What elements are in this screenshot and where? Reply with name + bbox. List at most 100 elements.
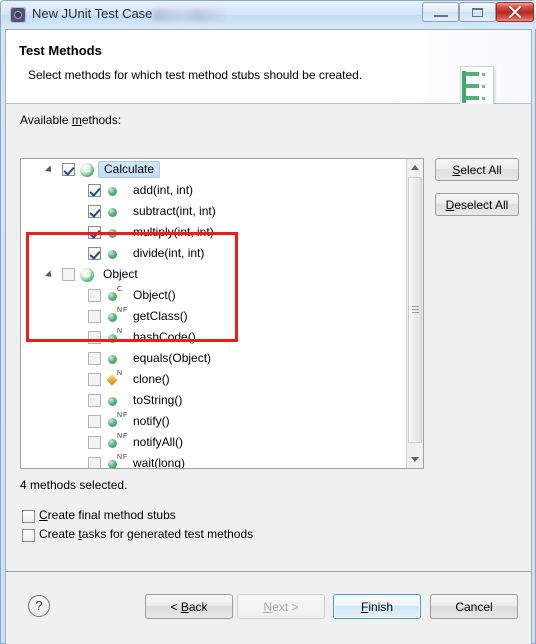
tree-row[interactable]: NF wait(long) — [21, 453, 407, 468]
tree-row-label: divide(int, int) — [133, 246, 205, 260]
chevron-up-icon — [411, 165, 419, 170]
method-public-icon — [108, 397, 117, 406]
tree-row[interactable]: NF notify() — [21, 411, 407, 432]
page-title: Test Methods — [19, 43, 102, 58]
tree-row-label: Object() — [133, 288, 176, 302]
tree-row-label: toString() — [133, 393, 183, 407]
tree-row[interactable]: NF getClass() — [21, 306, 407, 327]
select-all-post: elect All — [460, 162, 502, 177]
tree-row-checkbox[interactable] — [62, 268, 75, 281]
tree-row[interactable]: C Calculate — [21, 159, 407, 180]
tree-row[interactable]: C Object — [21, 264, 407, 285]
tree-row-label: clone() — [133, 372, 170, 386]
create-final-mnemonic: C — [39, 508, 48, 522]
tree-row[interactable]: NhashCode() — [21, 327, 407, 348]
tree-row[interactable]: C Object() — [21, 285, 407, 306]
create-final-method-stubs-checkbox[interactable] — [22, 510, 35, 523]
create-tasks-pre: Create — [39, 527, 79, 541]
tree-row-checkbox[interactable] — [62, 163, 75, 176]
select-all-button[interactable]: Select All — [435, 158, 519, 181]
tree-row-checkbox[interactable] — [88, 310, 101, 323]
tree-row[interactable]: Nclone() — [21, 369, 407, 390]
next-post: ext > — [272, 599, 299, 614]
scroll-down-button[interactable] — [407, 451, 423, 468]
finish-button[interactable]: Finish — [333, 594, 421, 619]
tree-row[interactable]: NF notifyAll() — [21, 432, 407, 453]
help-button[interactable]: ? — [28, 595, 50, 617]
scrollbar-grip-icon — [412, 306, 419, 313]
method-public-icon — [108, 418, 117, 427]
tree-row-checkbox[interactable] — [88, 415, 101, 428]
dialog-content-frame: Test Methods Select methods for which te… — [5, 29, 532, 644]
cancel-button[interactable]: Cancel — [430, 594, 518, 619]
method-protected-icon — [106, 374, 118, 386]
maximize-button[interactable] — [459, 2, 496, 22]
title-bar[interactable]: New JUnit Test Case — [1, 1, 536, 29]
tree-row-checkbox[interactable] — [88, 289, 101, 302]
wizard-header: Test Methods Select methods for which te… — [6, 30, 531, 110]
tree-row-checkbox[interactable] — [88, 226, 101, 239]
chevron-down-icon — [411, 457, 419, 462]
tree-row-checkbox[interactable] — [88, 352, 101, 365]
class-icon-green-c: C — [80, 268, 94, 282]
tree-row-checkbox[interactable] — [88, 394, 101, 407]
back-button[interactable]: < Back — [145, 594, 233, 619]
tree-row-checkbox[interactable] — [88, 436, 101, 449]
tree-row-checkbox[interactable] — [88, 373, 101, 386]
tree-row[interactable]: multiply(int, int) — [21, 222, 407, 243]
create-final-method-stubs-label: Create final method stubs — [39, 508, 176, 522]
tree-row-label: add(int, int) — [133, 183, 194, 197]
window-title: New JUnit Test Case — [32, 6, 153, 21]
next-button: Next > — [237, 594, 325, 619]
create-tasks-checkbox[interactable] — [22, 529, 35, 542]
method-modifier-flags: NF — [117, 433, 129, 440]
close-button[interactable] — [496, 2, 534, 22]
deselect-all-mnemonic: D — [445, 197, 455, 212]
junit-icon — [10, 7, 26, 23]
create-final-rest: reate final method stubs — [47, 508, 176, 522]
scrollbar-thumb[interactable] — [408, 177, 422, 443]
tree-row-label: Calculate — [98, 161, 161, 178]
method-public-icon — [108, 460, 117, 468]
minimize-button[interactable] — [422, 2, 459, 22]
back-pre: < — [170, 599, 181, 614]
scroll-up-button[interactable] — [407, 159, 423, 176]
next-mnemonic: N — [263, 599, 273, 614]
finish-post: inish — [368, 599, 394, 614]
class-icon-green-c: C — [80, 163, 94, 177]
method-modifier-flags: C — [117, 286, 124, 293]
tree-row[interactable]: add(int, int) — [21, 180, 407, 201]
create-tasks-label: Create tasks for generated test methods — [39, 527, 253, 541]
tree-row-checkbox[interactable] — [88, 205, 101, 218]
available-methods-label-post: ethods: — [81, 113, 122, 127]
tree-row-checkbox[interactable] — [88, 247, 101, 260]
tree-row-checkbox[interactable] — [88, 331, 101, 344]
deselect-all-button[interactable]: Deselect All — [435, 193, 519, 216]
method-public-icon — [108, 292, 117, 301]
available-methods-label: Available methods: — [20, 113, 121, 127]
method-modifier-flags: NF — [117, 412, 129, 419]
tree-vertical-scrollbar[interactable] — [406, 159, 423, 468]
back-post: ack — [188, 599, 208, 614]
tree-row-label: Object — [103, 267, 138, 281]
method-public-icon — [108, 355, 117, 364]
tree-row-label: subtract(int, int) — [133, 204, 216, 218]
dialog-footer: ? < Back Next > Finish Cancel — [6, 571, 531, 644]
available-methods-tree[interactable]: C Calculate add(int, int) subtract(int, int… — [20, 158, 424, 469]
method-modifier-flags: N — [117, 328, 124, 335]
tree-row[interactable]: equals(Object) — [21, 348, 407, 369]
method-modifier-flags: N — [117, 370, 124, 377]
tree-row[interactable]: divide(int, int) — [21, 243, 407, 264]
method-public-icon — [108, 208, 117, 217]
tree-row-checkbox[interactable] — [88, 184, 101, 197]
tree-row[interactable]: subtract(int, int) — [21, 201, 407, 222]
deselect-all-post: eselect All — [454, 197, 509, 212]
expand-collapse-triangle-icon[interactable] — [44, 165, 55, 175]
tree-row-checkbox[interactable] — [88, 457, 101, 468]
method-public-icon — [108, 439, 117, 448]
method-modifier-flags: NF — [117, 307, 129, 314]
tree-row[interactable]: toString() — [21, 390, 407, 411]
page-description: Select methods for which test method stu… — [28, 68, 363, 82]
expand-collapse-triangle-icon[interactable] — [44, 270, 55, 280]
redacted-title-suffix — [153, 9, 225, 21]
